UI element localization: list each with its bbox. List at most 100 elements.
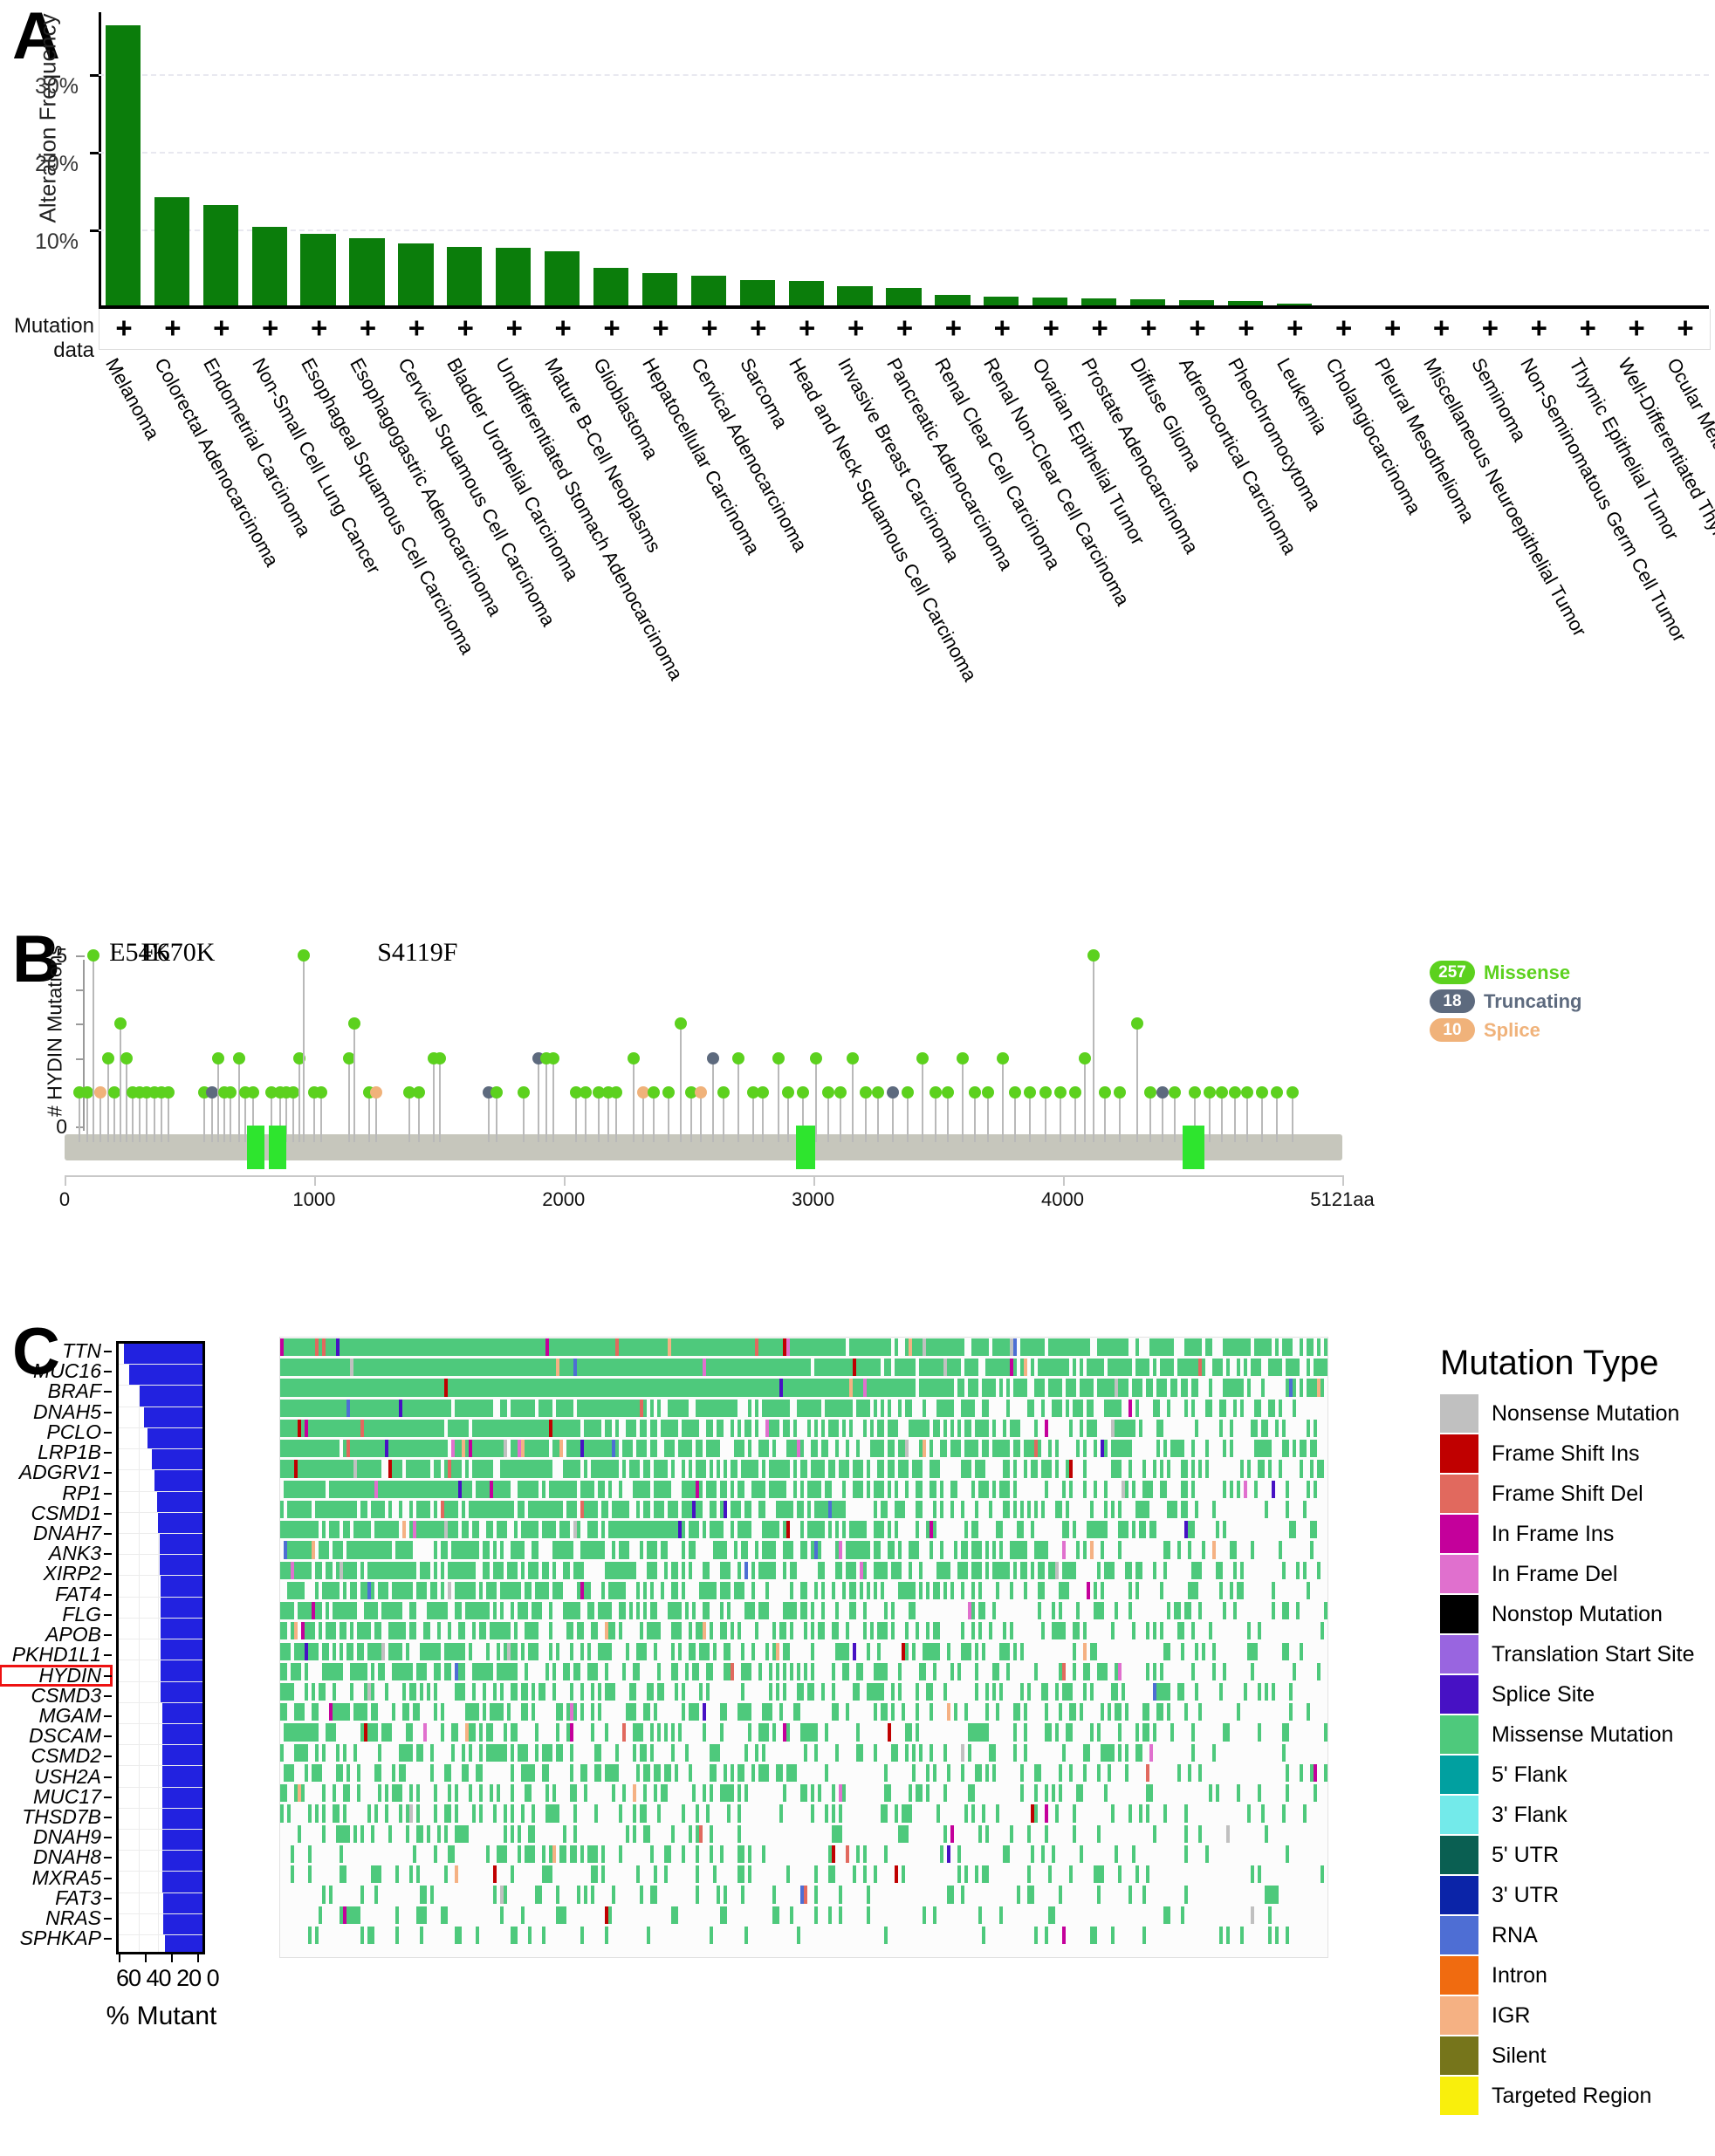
- panel-b-mutation-dot[interactable]: [871, 1085, 884, 1099]
- panel-b-mutation-dot[interactable]: [821, 1085, 834, 1099]
- panel-b-mutation-dot[interactable]: [1099, 1085, 1112, 1099]
- panel-c-oncoprint-cell: [1132, 1845, 1135, 1864]
- panel-c-oncoprint-cell: [731, 1784, 734, 1803]
- panel-b-mutation-dot[interactable]: [731, 1051, 744, 1064]
- panel-b-protein-domain[interactable]: [1182, 1126, 1205, 1169]
- panel-b-mutation-dot[interactable]: [94, 1085, 107, 1099]
- panel-b-mutation-dot[interactable]: [981, 1085, 994, 1099]
- panel-b-mutation-dot[interactable]: [782, 1085, 795, 1099]
- panel-b-protein-domain[interactable]: [795, 1126, 816, 1169]
- panel-b-mutation-dot[interactable]: [224, 1085, 237, 1099]
- panel-c-oncoprint-cell: [360, 1886, 364, 1904]
- panel-b-mutation-dot[interactable]: [1039, 1085, 1052, 1099]
- panel-b-mutation-dot[interactable]: [694, 1085, 707, 1099]
- panel-b-mutation-dot[interactable]: [86, 949, 99, 962]
- panel-b-mutation-dot[interactable]: [114, 1017, 127, 1030]
- panel-c-oncoprint-cell: [570, 1642, 573, 1660]
- panel-b-protein-domain[interactable]: [269, 1126, 287, 1169]
- panel-b-mutation-dot[interactable]: [211, 1051, 224, 1064]
- panel-b-mutation-dot[interactable]: [1228, 1085, 1241, 1099]
- panel-b-mutation-dot[interactable]: [1286, 1085, 1299, 1099]
- panel-b-protein-domain[interactable]: [246, 1126, 264, 1169]
- panel-c-oncoprint-row: [280, 1520, 1327, 1540]
- panel-b-mutation-dot[interactable]: [1053, 1085, 1067, 1099]
- panel-c-oncoprint-cell: [800, 1440, 804, 1458]
- panel-c-oncoprint-cell: [790, 1581, 793, 1600]
- panel-c-legend-swatch: [1440, 1515, 1478, 1553]
- panel-b-mutation-dot[interactable]: [1087, 949, 1101, 962]
- panel-b-lollipop-stem: [762, 1092, 765, 1142]
- panel-b-mutation-dot[interactable]: [1216, 1085, 1229, 1099]
- panel-b-mutation-dot[interactable]: [161, 1085, 175, 1099]
- panel-c-oncoprint-cell: [731, 1521, 734, 1539]
- panel-b-mutation-dot[interactable]: [580, 1085, 593, 1099]
- panel-b-mutation-dot[interactable]: [1068, 1085, 1081, 1099]
- panel-b-mutation-dot[interactable]: [916, 1051, 930, 1064]
- panel-b-mutation-dot[interactable]: [1143, 1085, 1156, 1099]
- panel-c-oncoprint-cell: [633, 1804, 636, 1823]
- panel-b-mutation-dot[interactable]: [957, 1051, 970, 1064]
- panel-b-mutation-dot[interactable]: [627, 1051, 640, 1064]
- panel-b-mutation-dot[interactable]: [547, 1051, 560, 1064]
- panel-b-mutation-dot[interactable]: [1131, 1017, 1144, 1030]
- panel-b-mutation-dot[interactable]: [286, 1085, 299, 1099]
- panel-b-mutation-dot[interactable]: [434, 1051, 447, 1064]
- panel-b-mutation-dot[interactable]: [1169, 1085, 1182, 1099]
- panel-b-mutation-dot[interactable]: [1009, 1085, 1022, 1099]
- panel-b-mutation-dot[interactable]: [809, 1051, 822, 1064]
- panel-c-oncoprint-cell: [1055, 1804, 1059, 1823]
- panel-b-mutation-dot[interactable]: [1204, 1085, 1217, 1099]
- panel-b-mutation-dot[interactable]: [717, 1085, 730, 1099]
- panel-b-mutation-dot[interactable]: [315, 1085, 328, 1099]
- panel-b-mutation-dot[interactable]: [233, 1051, 246, 1064]
- panel-c-oncoprint-cell: [1059, 1399, 1062, 1417]
- panel-b-mutation-dot[interactable]: [772, 1051, 785, 1064]
- panel-b-mutation-dot[interactable]: [834, 1085, 847, 1099]
- panel-c-oncoprint-cell: [1055, 1440, 1059, 1458]
- panel-b-mutation-dot[interactable]: [80, 1085, 93, 1099]
- panel-b-mutation-dot[interactable]: [347, 1017, 360, 1030]
- panel-c-oncoprint-cell: [298, 1824, 301, 1843]
- panel-b-mutation-dot[interactable]: [1241, 1085, 1254, 1099]
- panel-b-mutation-dot[interactable]: [859, 1085, 872, 1099]
- panel-b-mutation-dot[interactable]: [108, 1085, 121, 1099]
- panel-b-mutation-dot[interactable]: [675, 1017, 688, 1030]
- panel-b-mutation-dot[interactable]: [490, 1085, 503, 1099]
- panel-b-mutation-dot[interactable]: [1114, 1085, 1127, 1099]
- panel-c-oncoprint-cell: [1251, 1906, 1254, 1924]
- panel-b-mutation-dot[interactable]: [942, 1085, 955, 1099]
- panel-b-mutation-dot[interactable]: [412, 1085, 425, 1099]
- panel-b-mutation-dot[interactable]: [518, 1085, 531, 1099]
- panel-b-mutation-dot[interactable]: [370, 1085, 383, 1099]
- panel-b-mutation-dot[interactable]: [246, 1085, 259, 1099]
- panel-b-mutation-dot[interactable]: [102, 1051, 115, 1064]
- panel-c-oncoprint-cell: [909, 1804, 912, 1823]
- panel-b-mutation-dot[interactable]: [120, 1051, 134, 1064]
- panel-b-mutation-dot[interactable]: [662, 1085, 675, 1099]
- panel-c-oncoprint-cell: [999, 1682, 1003, 1701]
- panel-b-mutation-dot[interactable]: [1024, 1085, 1037, 1099]
- panel-c-oncoprint-cell: [1038, 1602, 1041, 1620]
- panel-b-mutation-dot[interactable]: [609, 1085, 622, 1099]
- panel-b-mutation-dot[interactable]: [929, 1085, 942, 1099]
- panel-b-mutation-dot[interactable]: [847, 1051, 860, 1064]
- panel-b-mutation-dot[interactable]: [1271, 1085, 1284, 1099]
- panel-b-mutation-dot[interactable]: [797, 1085, 810, 1099]
- panel-b-mutation-dot[interactable]: [969, 1085, 982, 1099]
- panel-b-mutation-dot[interactable]: [298, 949, 311, 962]
- panel-b-mutation-dot[interactable]: [902, 1085, 915, 1099]
- panel-b-mutation-dot[interactable]: [1079, 1051, 1092, 1064]
- panel-b-mutation-dot[interactable]: [647, 1085, 660, 1099]
- panel-c-oncoprint-cell: [570, 1622, 573, 1640]
- panel-b-mutation-dot[interactable]: [1189, 1085, 1202, 1099]
- panel-c-oncoprint-cell: [521, 1642, 525, 1660]
- panel-b-mutation-dot[interactable]: [1256, 1085, 1269, 1099]
- panel-b-mutation-dot[interactable]: [1156, 1085, 1169, 1099]
- panel-c-oncoprint-cell: [1041, 1338, 1045, 1357]
- panel-b-mutation-dot[interactable]: [996, 1051, 1009, 1064]
- panel-b-mutation-dot[interactable]: [707, 1051, 720, 1064]
- panel-b-mutation-dot[interactable]: [887, 1085, 900, 1099]
- panel-b-mutation-dot[interactable]: [205, 1085, 218, 1099]
- panel-c-oncoprint-cell: [706, 1682, 710, 1701]
- panel-b-mutation-dot[interactable]: [757, 1085, 770, 1099]
